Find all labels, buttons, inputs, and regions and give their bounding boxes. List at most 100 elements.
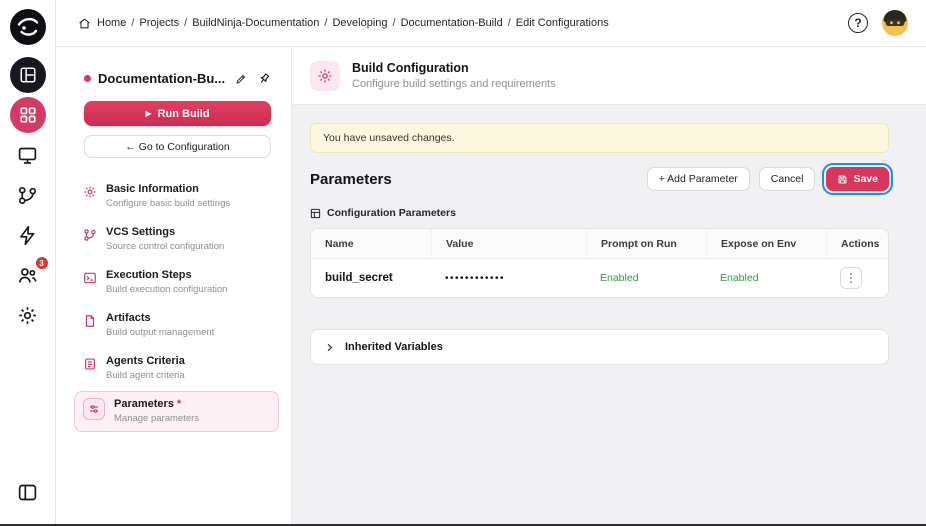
nav-item-title: Basic Information (106, 183, 199, 195)
save-label: Save (853, 173, 878, 185)
table-grid-icon (310, 208, 321, 219)
page-header-text: Build Configuration Configure build sett… (352, 61, 556, 90)
row-kebab-menu-button[interactable]: ⋮ (840, 267, 862, 289)
help-button[interactable]: ? (848, 13, 868, 33)
cancel-button[interactable]: Cancel (758, 167, 816, 191)
nav-item-title: Agents Criteria (106, 355, 185, 367)
column-header-actions: Actions (826, 229, 888, 258)
sidebar-item-agents-criteria[interactable]: Agents Criteria Build agent criteria (74, 348, 279, 389)
table-row: build_secret •••••••••••• Enabled Enable… (311, 259, 888, 297)
run-build-label: Run Build (157, 107, 210, 120)
save-button[interactable]: Save (826, 167, 889, 191)
parameters-toolbar: Parameters + Add Parameter Cancel Save (310, 167, 889, 191)
git-branch-icon (83, 228, 97, 242)
sidebar-item-basic-information[interactable]: Basic Information Configure basic build … (74, 176, 279, 217)
edit-pencil-icon[interactable] (235, 73, 247, 85)
question-mark: ? (854, 16, 862, 30)
nav-item-text: VCS Settings Source control configuratio… (106, 226, 224, 253)
go-to-configuration-button[interactable]: ← Go to Configuration (84, 135, 271, 158)
user-avatar[interactable] (882, 10, 908, 36)
gear-icon (83, 185, 97, 199)
nav-item-text: Execution Steps Build execution configur… (106, 269, 227, 296)
parameters-table: Name Value Prompt on Run Expose on Env A… (310, 228, 889, 298)
rail-monitor-button[interactable] (10, 137, 46, 173)
nav-item-title: Artifacts (106, 312, 151, 324)
breadcrumb-separator: / (324, 17, 328, 29)
inherited-variables-panel[interactable]: Inherited Variables (310, 329, 889, 365)
body-row: Documentation-Bu... ▶ Run Build ← Go to … (56, 47, 926, 524)
build-config-gear-icon (310, 60, 340, 91)
config-nav-list: Basic Information Configure basic build … (74, 176, 279, 432)
sidebar-item-execution-steps[interactable]: Execution Steps Build execution configur… (74, 262, 279, 303)
breadcrumb-projects[interactable]: Projects (139, 17, 179, 29)
gear-icon (17, 305, 38, 326)
project-title: Documentation-Bu... (98, 71, 226, 86)
kebab-icon: ⋮ (845, 271, 857, 285)
terminal-icon (83, 271, 97, 285)
page-subtitle: Configure build settings and requirement… (352, 78, 556, 90)
sidebar-item-artifacts[interactable]: Artifacts Build output management (74, 305, 279, 346)
breadcrumb-separator: / (131, 17, 135, 29)
breadcrumb-subproject[interactable]: Developing (332, 17, 387, 29)
breadcrumb-project[interactable]: BuildNinja-Documentation (192, 17, 319, 29)
configuration-parameters-label: Configuration Parameters (310, 207, 889, 219)
nav-item-text: Artifacts Build output management (106, 312, 214, 339)
file-icon (83, 314, 97, 328)
status-dot (84, 75, 91, 82)
nav-item-subtitle: Build execution configuration (106, 284, 228, 295)
pin-icon[interactable] (257, 72, 271, 86)
nav-item-title: Parameters * (114, 398, 182, 410)
inherited-variables-label: Inherited Variables (345, 341, 443, 353)
window-panes-icon (19, 66, 37, 84)
breadcrumb-current: Edit Configurations (515, 17, 609, 29)
rail-users-button[interactable]: 3 (10, 256, 49, 293)
rail-dashboard-button[interactable] (9, 57, 46, 93)
toolbar-buttons: + Add Parameter Cancel Save (646, 167, 889, 191)
table-header-row: Name Value Prompt on Run Expose on Env A… (311, 229, 888, 259)
breadcrumb-bar: Home / Projects / BuildNinja-Documentati… (56, 0, 926, 47)
sidebar-item-vcs-settings[interactable]: VCS Settings Source control configuratio… (74, 219, 279, 260)
rail-vcs-button[interactable] (10, 177, 46, 213)
section-title: Parameters (310, 170, 392, 188)
build-sidebar: Documentation-Bu... ▶ Run Build ← Go to … (56, 47, 292, 524)
run-build-button[interactable]: ▶ Run Build (84, 101, 271, 126)
breadcrumb-build[interactable]: Documentation-Build (401, 17, 503, 29)
page-content: You have unsaved changes. Parameters + A… (292, 105, 926, 365)
nav-item-title: Execution Steps (106, 269, 192, 281)
breadcrumb-separator: / (507, 17, 511, 29)
nav-item-text: Parameters * Manage parameters (114, 398, 199, 425)
home-icon (78, 17, 91, 30)
save-floppy-icon (837, 174, 848, 185)
column-header-expose-on-env: Expose on Env (706, 229, 826, 258)
main-panel: Build Configuration Configure build sett… (292, 47, 926, 524)
breadcrumb-separator: / (184, 17, 188, 29)
rail-projects-button[interactable] (9, 97, 46, 133)
column-header-prompt-on-run: Prompt on Run (586, 229, 706, 258)
column-header-value: Value (431, 229, 586, 258)
add-parameter-button[interactable]: + Add Parameter (646, 167, 750, 191)
unsaved-changes-banner: You have unsaved changes. (310, 123, 889, 153)
project-title-row: Documentation-Bu... (84, 71, 271, 86)
nav-item-text: Agents Criteria Build agent criteria (106, 355, 185, 382)
breadcrumb-home[interactable]: Home (97, 17, 126, 29)
monitor-icon (17, 145, 38, 166)
app-rail: 3 (0, 0, 56, 524)
right-column: Home / Projects / BuildNinja-Documentati… (56, 0, 926, 524)
param-value-cell: •••••••••••• (445, 272, 506, 284)
rail-activity-button[interactable] (10, 217, 46, 253)
sidebar-item-parameters[interactable]: Parameters * Manage parameters (74, 391, 279, 432)
rail-settings-button[interactable] (10, 297, 46, 333)
expose-on-env-status: Enabled (720, 272, 759, 284)
lightning-icon (17, 225, 38, 246)
users-icon (17, 265, 38, 286)
chevron-right-icon (324, 342, 335, 353)
rail-collapse-button[interactable] (10, 474, 46, 510)
param-name-cell: build_secret (325, 272, 393, 284)
page-title: Build Configuration (352, 61, 469, 75)
page-header: Build Configuration Configure build sett… (292, 47, 926, 105)
nav-item-subtitle: Configure basic build settings (106, 198, 231, 209)
app-logo-icon[interactable] (9, 8, 47, 46)
sliders-icon (83, 398, 105, 420)
app-window: 3 Home / Projects / BuildNinja-Documenta… (0, 0, 926, 524)
nav-item-title: VCS Settings (106, 226, 176, 238)
